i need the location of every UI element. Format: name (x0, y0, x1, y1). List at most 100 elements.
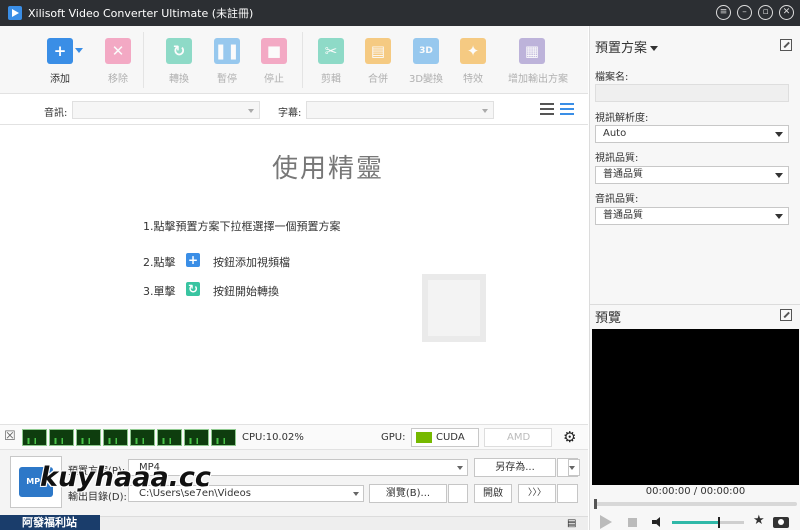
profile-panel-title-text: 預置方案 (595, 41, 648, 56)
preview-time: 00:00:00 / 00:00:00 (645, 486, 746, 497)
add-icon: + (186, 253, 200, 267)
play-icon (600, 515, 612, 529)
convert-label: 轉換 (169, 74, 189, 85)
window-controls: ≡ – ▫ ✕ (716, 5, 794, 20)
chevron-down-icon (353, 492, 359, 496)
resolution-label: 視訊解析度: (595, 113, 649, 124)
resolution-select[interactable]: Auto (595, 125, 789, 143)
volume-button[interactable] (652, 517, 664, 527)
merge-label: 合併 (368, 74, 388, 85)
3d-label: 3D變換 (408, 74, 444, 85)
magic-wand-icon: ✦ (460, 38, 486, 64)
maximize-icon[interactable]: ▫ (758, 5, 773, 20)
wizard-step-3-prefix: 3.單擊 (143, 285, 176, 298)
detail-view-icon[interactable] (560, 103, 574, 115)
audio-select[interactable] (72, 101, 260, 119)
menu-icon[interactable]: ≡ (716, 5, 731, 20)
cpu-graph (184, 429, 209, 446)
merge-icon: ▤ (365, 38, 391, 64)
expand-icon[interactable] (780, 39, 792, 51)
remove-label: 移除 (108, 74, 128, 85)
watermark: kuyhaaa.cc (40, 462, 211, 493)
cpu-graph (157, 429, 182, 446)
open-label: 開啟 (483, 488, 503, 499)
clip-button[interactable]: ✂ 剪輯 (307, 38, 355, 85)
watermark-logo: 阿發福利站 (0, 515, 100, 530)
title-bar: Xilisoft Video Converter Ultimate (未註冊) … (0, 0, 800, 26)
gear-icon[interactable]: ⚙ (563, 428, 576, 446)
list-view-icon[interactable] (540, 103, 554, 115)
subtitle-select[interactable] (306, 101, 494, 119)
video-quality-value: 普通品質 (603, 169, 643, 180)
add-profile-icon: ▦ (519, 38, 545, 64)
chevron-down-icon (775, 214, 783, 219)
save-as-dropdown[interactable] (557, 458, 580, 477)
amd-button[interactable]: AMD APP (484, 428, 552, 460)
speaker-icon (652, 517, 664, 527)
audio-quality-select[interactable]: 普通品質 (595, 207, 789, 225)
convert-target-button[interactable]: 〉〉〉 (518, 484, 556, 503)
profile-panel-title[interactable]: 預置方案 (595, 37, 659, 56)
seek-handle[interactable] (594, 499, 597, 509)
chevron-down-icon (775, 132, 783, 137)
gpu-label: GPU: (381, 432, 406, 443)
add-button[interactable]: + 添加 (36, 38, 84, 85)
profile-panel: 預置方案 檔案名: 視訊解析度: Auto 視訊品質: 普通品質 音訊品質: 普… (589, 26, 800, 304)
volume-handle[interactable] (717, 517, 720, 528)
track-bar: 音訊: 字幕: (0, 95, 588, 125)
volume-track[interactable] (672, 517, 744, 528)
cpu-graph (49, 429, 74, 446)
wizard-step-2-prefix: 2.點擊 (143, 256, 176, 269)
play-button[interactable] (600, 515, 612, 529)
pause-button[interactable]: ❚❚ 暫停 (203, 38, 251, 85)
cpu-graph (103, 429, 128, 446)
cpu-usage: CPU:10.02% (242, 432, 304, 443)
video-quality-select[interactable]: 普通品質 (595, 166, 789, 184)
save-as-button[interactable]: 另存為... (474, 458, 556, 477)
expand-icon[interactable] (780, 309, 792, 321)
wizard-step-1: 1.點擊預置方案下拉框選擇一個預置方案 (143, 220, 341, 233)
cuda-button[interactable]: CUDA (411, 428, 479, 447)
effects-button[interactable]: ✦ 特效 (449, 38, 497, 85)
file-list-area[interactable]: 使用精靈 1.點擊預置方案下拉框選擇一個預置方案 2.點擊 + 按鈕添加視頻檔 … (0, 126, 588, 424)
remove-icon: ✕ (105, 38, 131, 64)
browse-button[interactable]: 瀏覽(B)... (369, 484, 447, 503)
cpu-graph (76, 429, 101, 446)
film-placeholder-icon (422, 274, 486, 342)
audio-quality-label: 音訊品質: (595, 194, 639, 205)
minimize-icon[interactable]: – (737, 5, 752, 20)
camera-button[interactable] (773, 517, 789, 528)
3d-icon: 3D (413, 38, 439, 64)
browse-label: 瀏覽(B)... (385, 488, 431, 499)
wizard-step-3-suffix: 按鈕開始轉換 (213, 285, 279, 298)
audio-label: 音訊: (44, 108, 68, 119)
add-icon: + (47, 38, 83, 64)
snapshot-star-icon[interactable]: ★ (753, 513, 765, 528)
pause-label: 暫停 (217, 74, 237, 85)
convert-icon: ↻ (186, 282, 200, 296)
stop-button[interactable] (628, 518, 637, 527)
3d-button[interactable]: 3D 3D變換 (402, 38, 450, 85)
add-profile-label: 增加輸出方案 (508, 74, 568, 85)
wizard-title: 使用精靈 (271, 154, 384, 184)
convert-target-dropdown[interactable] (557, 484, 578, 503)
browse-dropdown[interactable] (448, 484, 468, 503)
chevron-down-icon[interactable] (75, 48, 83, 53)
volume-slider[interactable] (672, 517, 744, 528)
file-name-input[interactable] (595, 84, 789, 102)
stop-button[interactable]: ■ 停止 (250, 38, 298, 85)
open-folder-button[interactable]: 開啟 (474, 484, 512, 503)
seek-bar[interactable] (594, 499, 797, 509)
close-icon[interactable]: ✕ (779, 5, 794, 20)
clip-label: 剪輯 (321, 74, 341, 85)
close-icon[interactable]: ☒ (4, 429, 16, 444)
remove-button[interactable]: ✕ 移除 (94, 38, 142, 85)
effects-label: 特效 (463, 74, 483, 85)
wizard-step-2-suffix: 按鈕添加視頻檔 (213, 256, 290, 269)
convert-button[interactable]: ↻ 轉換 (155, 38, 203, 85)
add-profile-button[interactable]: ▦ 增加輸出方案 (508, 38, 568, 85)
log-icon[interactable]: ▤ (567, 518, 576, 529)
cpu-graph (22, 429, 47, 446)
camera-icon (773, 517, 789, 528)
merge-button[interactable]: ▤ 合併 (354, 38, 402, 85)
